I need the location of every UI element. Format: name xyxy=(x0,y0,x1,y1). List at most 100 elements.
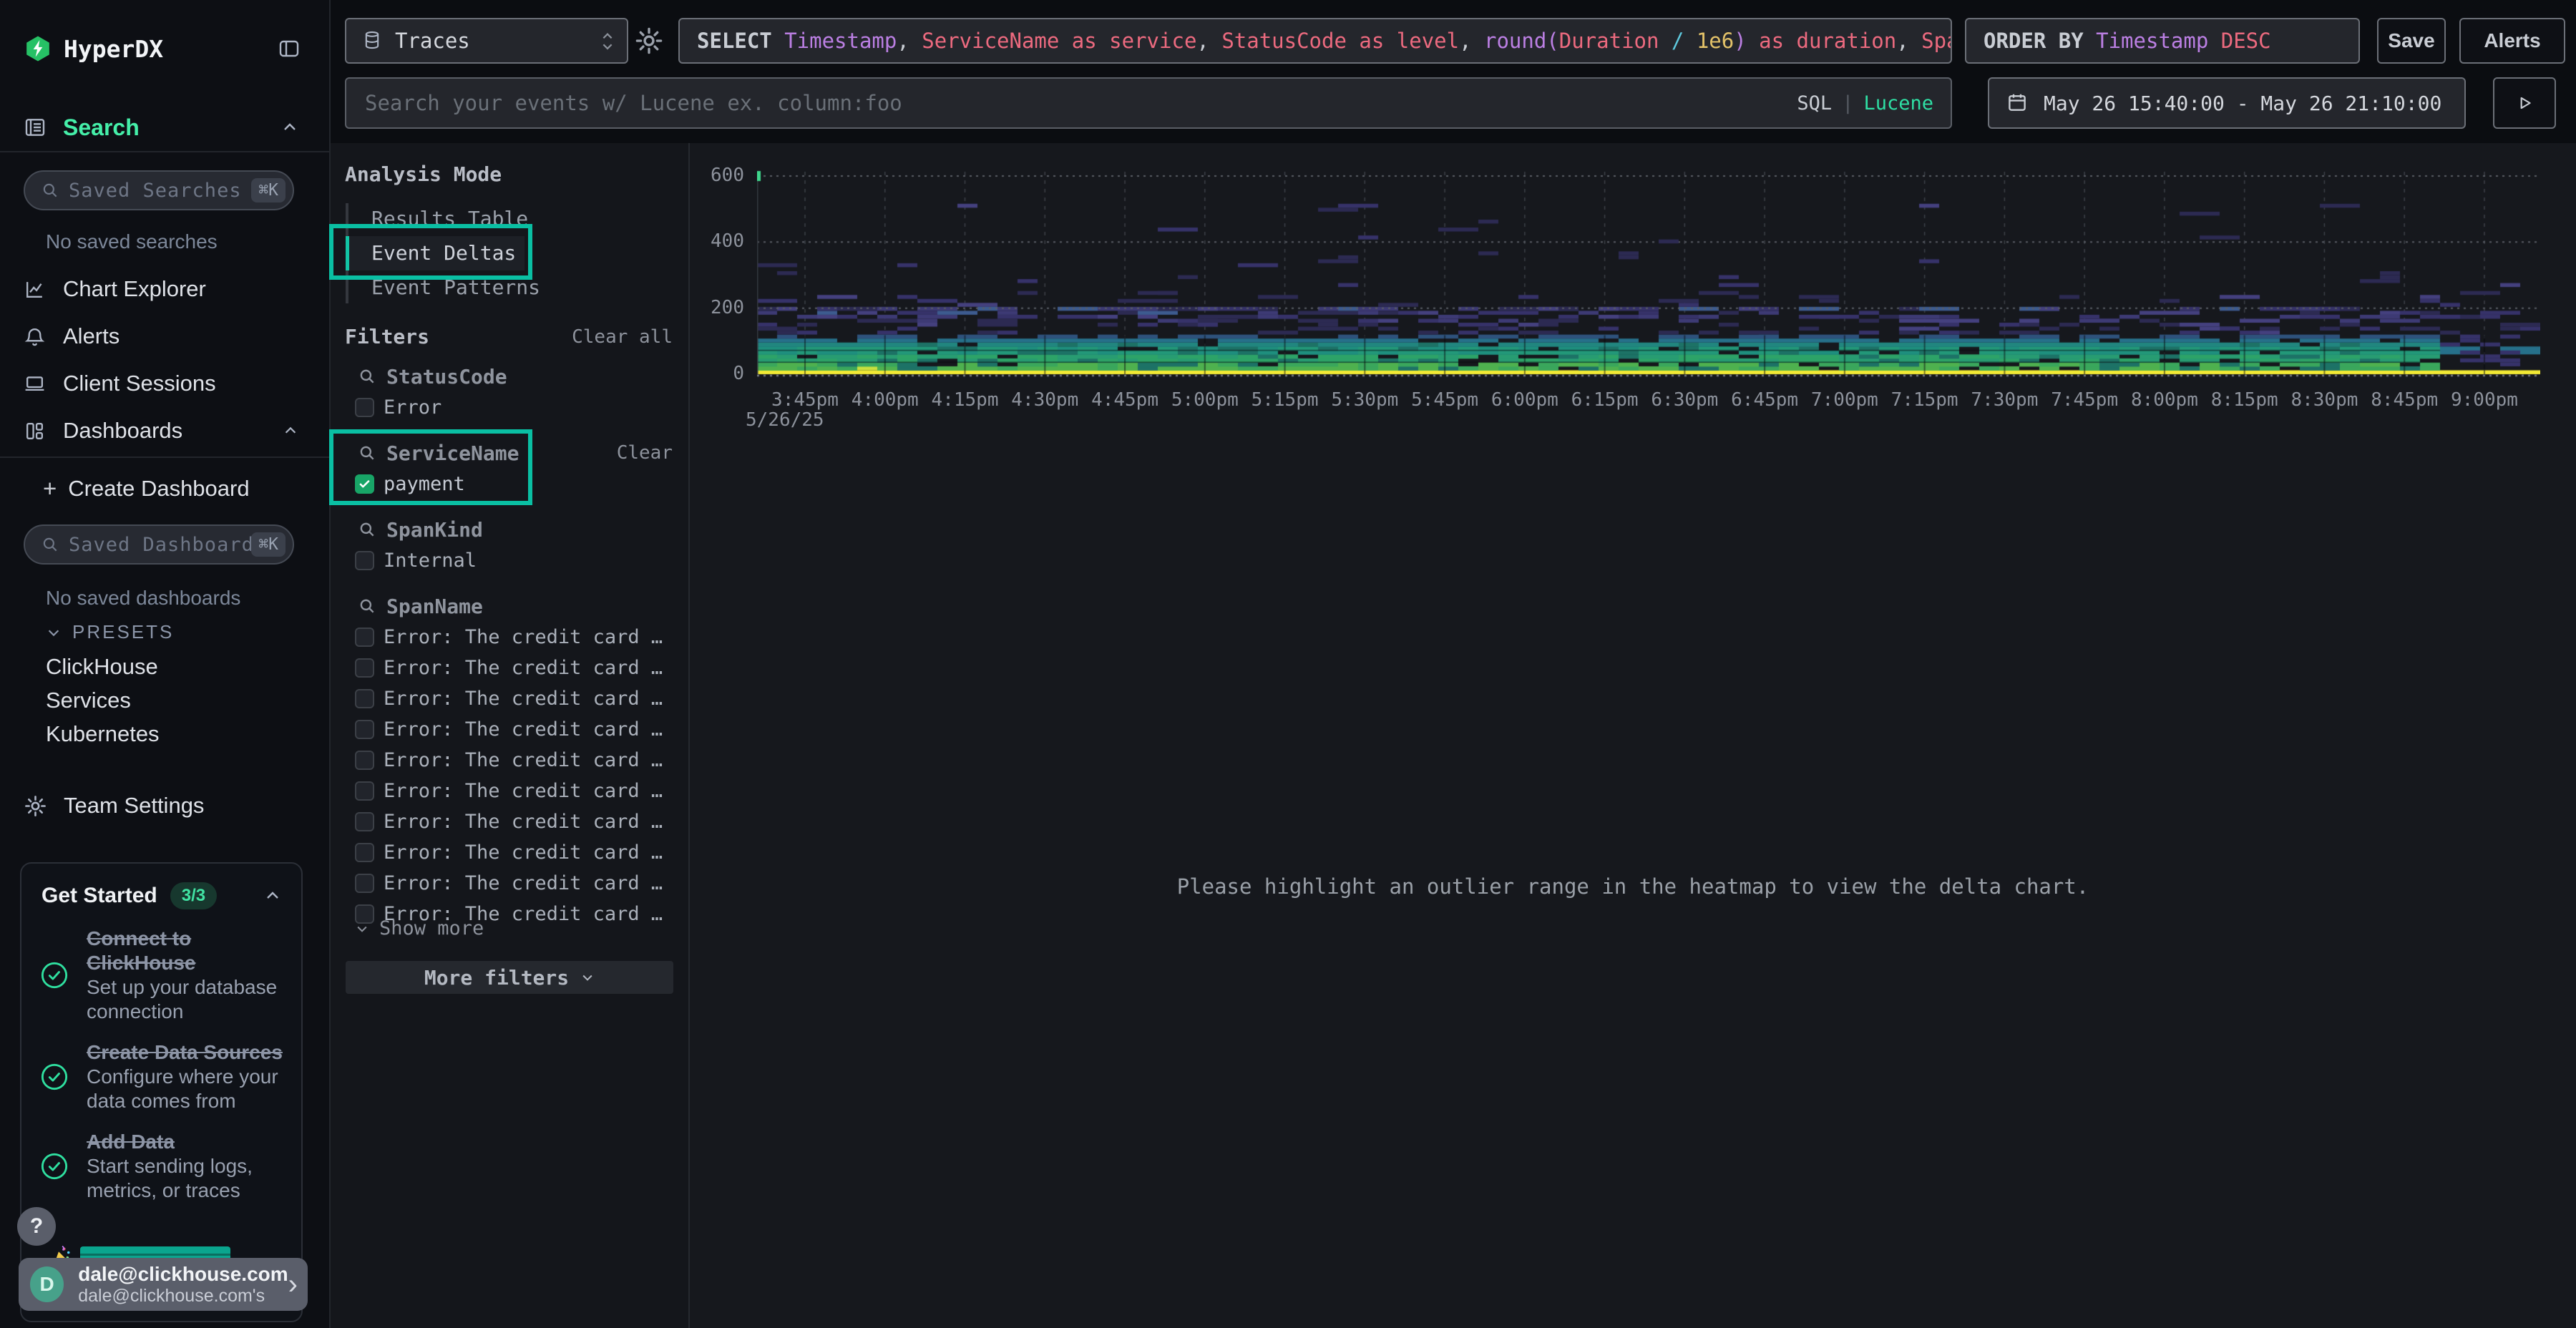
checkbox-unchecked[interactable] xyxy=(355,551,374,570)
x-tick-label: 6:45pm xyxy=(1731,389,1798,411)
search-icon xyxy=(358,367,376,386)
x-tick-label: 8:30pm xyxy=(2290,389,2358,411)
saved-dashboards-input[interactable]: Saved Dashboards ⌘K xyxy=(24,524,294,565)
filter-option-error-the-credit-card[interactable]: Error: The credit card … xyxy=(331,622,688,653)
x-tick-label: 7:00pm xyxy=(1811,389,1878,411)
checkbox-unchecked[interactable] xyxy=(355,812,374,831)
checkbox-checked[interactable] xyxy=(355,474,374,494)
checkbox-unchecked[interactable] xyxy=(355,628,374,647)
checklist-item-add-data[interactable]: Add Data Start sending logs, metrics, or… xyxy=(40,1130,291,1203)
filter-group-name: StatusCode xyxy=(386,365,507,389)
get-started-checklist: Connect to ClickHouse Set up your databa… xyxy=(40,927,291,1219)
more-filters-button[interactable]: More filters xyxy=(346,961,673,994)
sql-token: 1e6 xyxy=(1697,29,1734,53)
filter-option-error-the-credit-card[interactable]: Error: The credit card … xyxy=(331,837,688,868)
filter-option-error-the-credit-card[interactable]: Error: The credit card … xyxy=(331,776,688,806)
checklist-desc: Configure where your data comes from xyxy=(87,1065,291,1113)
source-select[interactable]: Traces xyxy=(345,18,628,64)
filter-option-error-the-credit-card[interactable]: Error: The credit card … xyxy=(331,653,688,683)
x-tick-label: 5:15pm xyxy=(1252,389,1319,411)
filter-option-error-the-credit-card[interactable]: Error: The credit card … xyxy=(331,714,688,745)
sidebar-item-client-sessions[interactable]: Client Sessions xyxy=(0,360,329,407)
x-tick-label: 4:00pm xyxy=(852,389,919,411)
logo-row: HyperDX xyxy=(0,31,329,66)
preset-kubernetes[interactable]: Kubernetes xyxy=(0,717,329,751)
help-button[interactable]: ? xyxy=(17,1207,56,1246)
source-settings-gear-icon[interactable] xyxy=(634,26,664,56)
user-profile-chip[interactable]: D dale@clickhouse.com dale@clickhouse.co… xyxy=(19,1258,308,1311)
play-icon xyxy=(2515,94,2534,112)
preset-services[interactable]: Services xyxy=(0,683,329,717)
date-range-picker[interactable]: May 26 15:40:00 - May 26 21:10:00 xyxy=(1988,77,2466,129)
collapse-sidebar-icon[interactable] xyxy=(278,37,301,60)
filter-group-header-statuscode[interactable]: StatusCode xyxy=(331,361,688,392)
heatmap-panel: 6004002000 3:45pm4:00pm4:15pm4:30pm4:45p… xyxy=(688,143,2576,1328)
checkbox-unchecked[interactable] xyxy=(355,658,374,678)
create-dashboard-button[interactable]: + Create Dashboard xyxy=(43,472,250,506)
checkbox-unchecked[interactable] xyxy=(355,751,374,770)
filter-option-label: Error: The credit card … xyxy=(384,657,663,679)
sidebar-item-team-settings[interactable]: Team Settings xyxy=(0,784,329,827)
filter-option-internal[interactable]: Internal xyxy=(331,545,688,576)
check-circle-icon xyxy=(40,961,69,990)
checkbox-unchecked[interactable] xyxy=(355,398,374,417)
checkbox-unchecked[interactable] xyxy=(355,843,374,862)
clear-filter-button[interactable]: Clear xyxy=(617,442,673,464)
filter-option-label: Error: The credit card … xyxy=(384,872,663,894)
checkbox-unchecked[interactable] xyxy=(355,781,374,801)
lucene-search-input[interactable]: Search your events w/ Lucene ex. column:… xyxy=(345,77,1952,129)
order-by-editor[interactable]: ORDER BY Timestamp DESC xyxy=(1965,18,2360,64)
filter-option-error-the-credit-card[interactable]: Error: The credit card … xyxy=(331,868,688,899)
analysis-mode-event-patterns[interactable]: Event Patterns xyxy=(346,270,553,305)
language-toggle-sql[interactable]: SQL xyxy=(1797,92,1832,114)
checklist-item-create-data-sources[interactable]: Create Data Sources Configure where your… xyxy=(40,1040,291,1113)
sql-query-editor[interactable]: SELECT Timestamp, ServiceName as service… xyxy=(678,18,1952,64)
filter-option-error[interactable]: Error xyxy=(331,392,688,423)
clear-all-filters-button[interactable]: Clear all xyxy=(572,326,673,348)
sidebar-item-alerts[interactable]: Alerts xyxy=(0,313,329,360)
sql-token: as service xyxy=(1059,29,1196,53)
filter-option-label: Error: The credit card … xyxy=(384,811,663,833)
filter-option-label: Error: The credit card … xyxy=(384,841,663,864)
analysis-mode-results-table[interactable]: Results Table xyxy=(346,202,553,236)
chevron-down-icon xyxy=(580,970,595,985)
save-button[interactable]: Save xyxy=(2377,18,2446,64)
chevron-up-icon[interactable] xyxy=(283,423,298,439)
checkbox-unchecked[interactable] xyxy=(355,874,374,893)
sidebar-item-search[interactable]: Search xyxy=(0,109,329,146)
sidebar-item-chart-explorer[interactable]: Chart Explorer xyxy=(0,265,329,313)
filter-group-header-spanname[interactable]: SpanName xyxy=(331,590,688,622)
language-toggle-lucene[interactable]: Lucene xyxy=(1863,92,1933,114)
filter-option-error-the-credit-card[interactable]: Error: The credit card … xyxy=(331,806,688,837)
filter-group-header-spankind[interactable]: SpanKind xyxy=(331,514,688,545)
saved-searches-input[interactable]: Saved Searches ⌘K xyxy=(24,170,294,210)
checkbox-unchecked[interactable] xyxy=(355,689,374,708)
sidebar-item-dashboards[interactable]: Dashboards xyxy=(0,407,329,454)
filter-group-header-servicename[interactable]: ServiceNameClear xyxy=(331,437,688,469)
topbar: Traces SELECT Timestamp, ServiceName as … xyxy=(331,0,2576,143)
filter-option-error-the-credit-card[interactable]: Error: The credit card … xyxy=(331,683,688,714)
filter-panel: Analysis Mode Results TableEvent DeltasE… xyxy=(331,143,688,1328)
chevron-up-icon[interactable] xyxy=(264,887,281,904)
presets-toggle[interactable]: PRESETS xyxy=(46,621,174,643)
filter-option-label: Internal xyxy=(384,550,477,572)
chevron-up-icon[interactable] xyxy=(281,119,298,136)
filter-option-error-the-credit-card[interactable]: Error: The credit card … xyxy=(331,745,688,776)
search-page-icon xyxy=(24,116,47,139)
saved-dashboards-placeholder: Saved Dashboards xyxy=(69,534,266,556)
run-query-button[interactable] xyxy=(2493,77,2556,129)
analysis-mode-event-deltas[interactable]: Event Deltas xyxy=(346,236,525,270)
filter-option-payment[interactable]: payment xyxy=(331,469,688,499)
laptop-icon xyxy=(24,373,46,395)
checkbox-unchecked[interactable] xyxy=(355,720,374,739)
duration-heatmap-canvas[interactable] xyxy=(757,156,2540,385)
checklist-item-connect-to-clickhouse[interactable]: Connect to ClickHouse Set up your databa… xyxy=(40,927,291,1024)
source-select-value: Traces xyxy=(395,29,470,53)
preset-clickhouse[interactable]: ClickHouse xyxy=(0,650,329,683)
x-tick-label: 5:00pm xyxy=(1171,389,1239,411)
show-more-button[interactable]: Show more xyxy=(355,917,484,939)
dashboard-icon xyxy=(24,420,46,442)
no-saved-dashboards-text: No saved dashboards xyxy=(46,587,240,610)
alerts-button[interactable]: Alerts xyxy=(2459,18,2565,64)
show-more-label: Show more xyxy=(379,917,484,939)
